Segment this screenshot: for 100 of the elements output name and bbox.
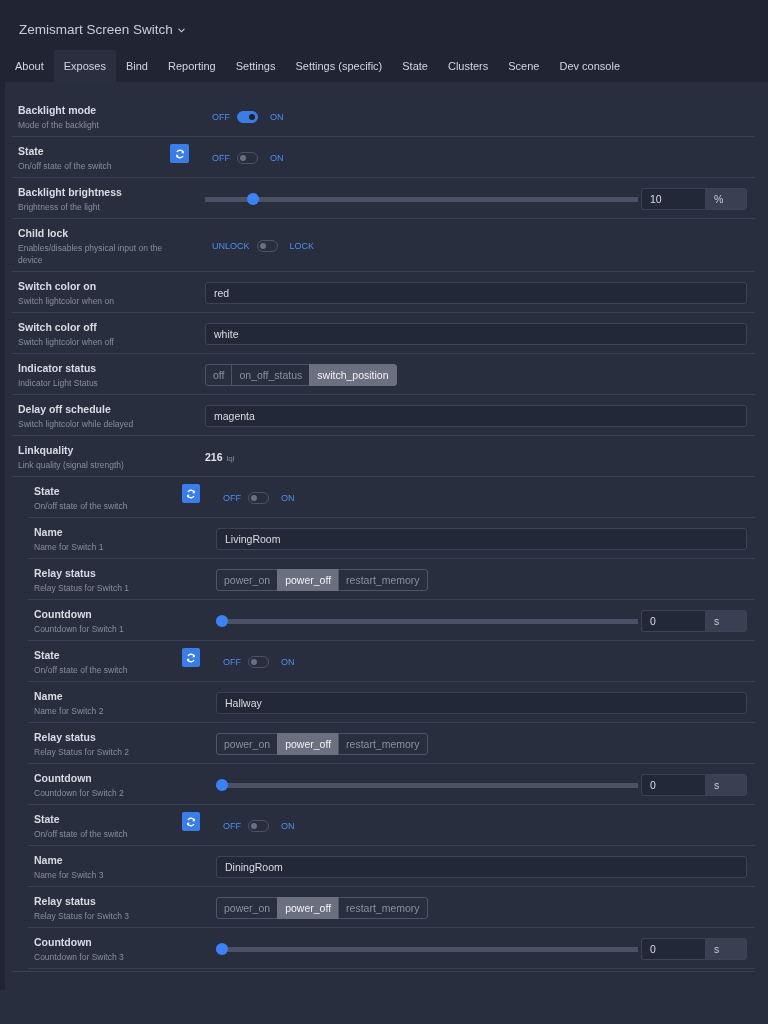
tab[interactable]: Dev console (549, 50, 631, 82)
reading-value: 216 (205, 451, 223, 463)
unit-label: s (705, 610, 747, 632)
feature-description: Brightness of the light (18, 201, 101, 213)
toggle-off-label[interactable]: OFF (223, 493, 241, 503)
text-input[interactable]: red (205, 282, 747, 304)
feature-description: Switch lightcolor when on (18, 295, 115, 307)
toggle-off-label[interactable]: OFF (212, 112, 230, 122)
slider-track[interactable] (216, 943, 638, 955)
feature-label: Name (34, 525, 64, 539)
toggle-on-label[interactable]: ON (281, 493, 295, 503)
feature-label: Name (34, 689, 64, 703)
feature-label: Indicator status (18, 361, 98, 375)
tab[interactable]: Bind (115, 50, 158, 82)
feature-label: Countdown (34, 607, 93, 621)
option-button[interactable]: restart_memory (338, 569, 428, 591)
text-input[interactable]: Hallway (216, 692, 747, 714)
feature-description: On/off state of the switch (34, 664, 129, 676)
feature-description: Indicator Light Status (18, 377, 99, 389)
tab[interactable]: Settings (specific) (285, 50, 393, 82)
option-button[interactable]: switch_position (309, 364, 397, 386)
feature-label: Linkquality (18, 443, 75, 457)
feature-label: State (34, 812, 61, 826)
feature-description: Name for Switch 2 (34, 705, 105, 717)
text-input[interactable]: magenta (205, 405, 747, 427)
feature-description: On/off state of the switch (34, 500, 129, 512)
feature-description: Countdown for Switch 2 (34, 787, 125, 799)
tab[interactable]: Settings (225, 50, 286, 82)
feature-label: Countdown (34, 771, 93, 785)
refresh-icon (185, 488, 196, 499)
feature-description: Link quality (signal strength) (18, 459, 125, 471)
toggle-off-label[interactable]: OFF (223, 657, 241, 667)
tab[interactable]: Reporting (158, 50, 226, 82)
toggle-off-label[interactable]: UNLOCK (212, 241, 250, 251)
feature-label: State (34, 648, 61, 662)
feature-label: Name (34, 853, 64, 867)
unit-label: s (705, 938, 747, 960)
unit-label: % (705, 188, 747, 210)
feature-description: Name for Switch 3 (34, 869, 105, 881)
feature-label: Countdown (34, 935, 93, 949)
option-button[interactable]: restart_memory (338, 733, 428, 755)
feature-label: Delay off schedule (18, 402, 112, 416)
toggle-on-label[interactable]: LOCK (289, 241, 315, 251)
tab[interactable]: Scene (498, 50, 550, 82)
slider-thumb[interactable] (247, 193, 260, 205)
feature-description: Mode of the backlight (18, 119, 100, 131)
tab[interactable]: About (5, 50, 54, 82)
feature-description: Relay Status for Switch 2 (34, 746, 130, 758)
slider-thumb[interactable] (216, 943, 228, 955)
feature-description: Switch lightcolor when off (18, 336, 115, 348)
feature-label: Relay status (34, 894, 97, 908)
feature-description: On/off state of the switch (18, 160, 113, 172)
refresh-button[interactable] (181, 484, 200, 503)
tab[interactable]: State (392, 50, 438, 82)
refresh-button[interactable] (181, 812, 200, 831)
option-button[interactable]: power_off (277, 897, 340, 919)
feature-label: Switch color off (18, 320, 98, 334)
tab[interactable]: Exposes (53, 50, 116, 82)
reading-unit: lqi (226, 454, 235, 463)
text-input[interactable]: LivingRoom (216, 528, 747, 550)
number-input[interactable]: 10 (641, 188, 705, 210)
option-button[interactable]: power_off (277, 733, 340, 755)
toggle-on-label[interactable]: ON (270, 153, 284, 163)
number-input[interactable]: 0 (641, 774, 705, 796)
feature-description: Name for Switch 1 (34, 541, 105, 553)
toggle-on-label[interactable]: ON (270, 112, 284, 122)
slider-track[interactable] (216, 615, 638, 627)
slider-track[interactable] (216, 779, 638, 791)
feature-description: Relay Status for Switch 3 (34, 910, 130, 922)
text-input[interactable]: DiningRoom (216, 856, 747, 878)
text-input[interactable]: white (205, 323, 747, 345)
option-button[interactable]: power_off (277, 569, 340, 591)
option-button[interactable]: off (205, 364, 233, 386)
toggle-off-label[interactable]: OFF (212, 153, 230, 163)
number-input[interactable]: 0 (641, 938, 705, 960)
refresh-icon (174, 148, 185, 159)
number-input[interactable]: 0 (641, 610, 705, 632)
feature-label: Relay status (34, 730, 97, 744)
feature-label: Switch color on (18, 279, 98, 293)
refresh-icon (185, 816, 196, 827)
feature-label: Relay status (34, 566, 97, 580)
toggle-on-label[interactable]: ON (281, 821, 295, 831)
feature-label: State (34, 484, 61, 498)
refresh-button[interactable] (181, 648, 200, 667)
feature-description: Countdown for Switch 3 (34, 951, 125, 963)
feature-label: Child lock (18, 226, 70, 240)
feature-description: Countdown for Switch 1 (34, 623, 125, 635)
tab[interactable]: Clusters (437, 50, 499, 82)
feature-description: On/off state of the switch (34, 828, 129, 840)
feature-description: Enables/disables physical input on the device (18, 242, 164, 266)
device-dropdown[interactable]: Zemismart Screen Switch (19, 20, 185, 40)
caret-icon (177, 27, 185, 33)
slider-thumb[interactable] (216, 615, 228, 627)
slider-thumb[interactable] (216, 779, 228, 791)
feature-label: State (18, 144, 45, 158)
feature-description: Switch lightcolor while delayed (18, 418, 135, 430)
toggle-on-label[interactable]: ON (281, 657, 295, 667)
toggle-off-label[interactable]: OFF (223, 821, 241, 831)
toggle-switch[interactable] (237, 111, 258, 123)
option-button[interactable]: restart_memory (338, 897, 428, 919)
